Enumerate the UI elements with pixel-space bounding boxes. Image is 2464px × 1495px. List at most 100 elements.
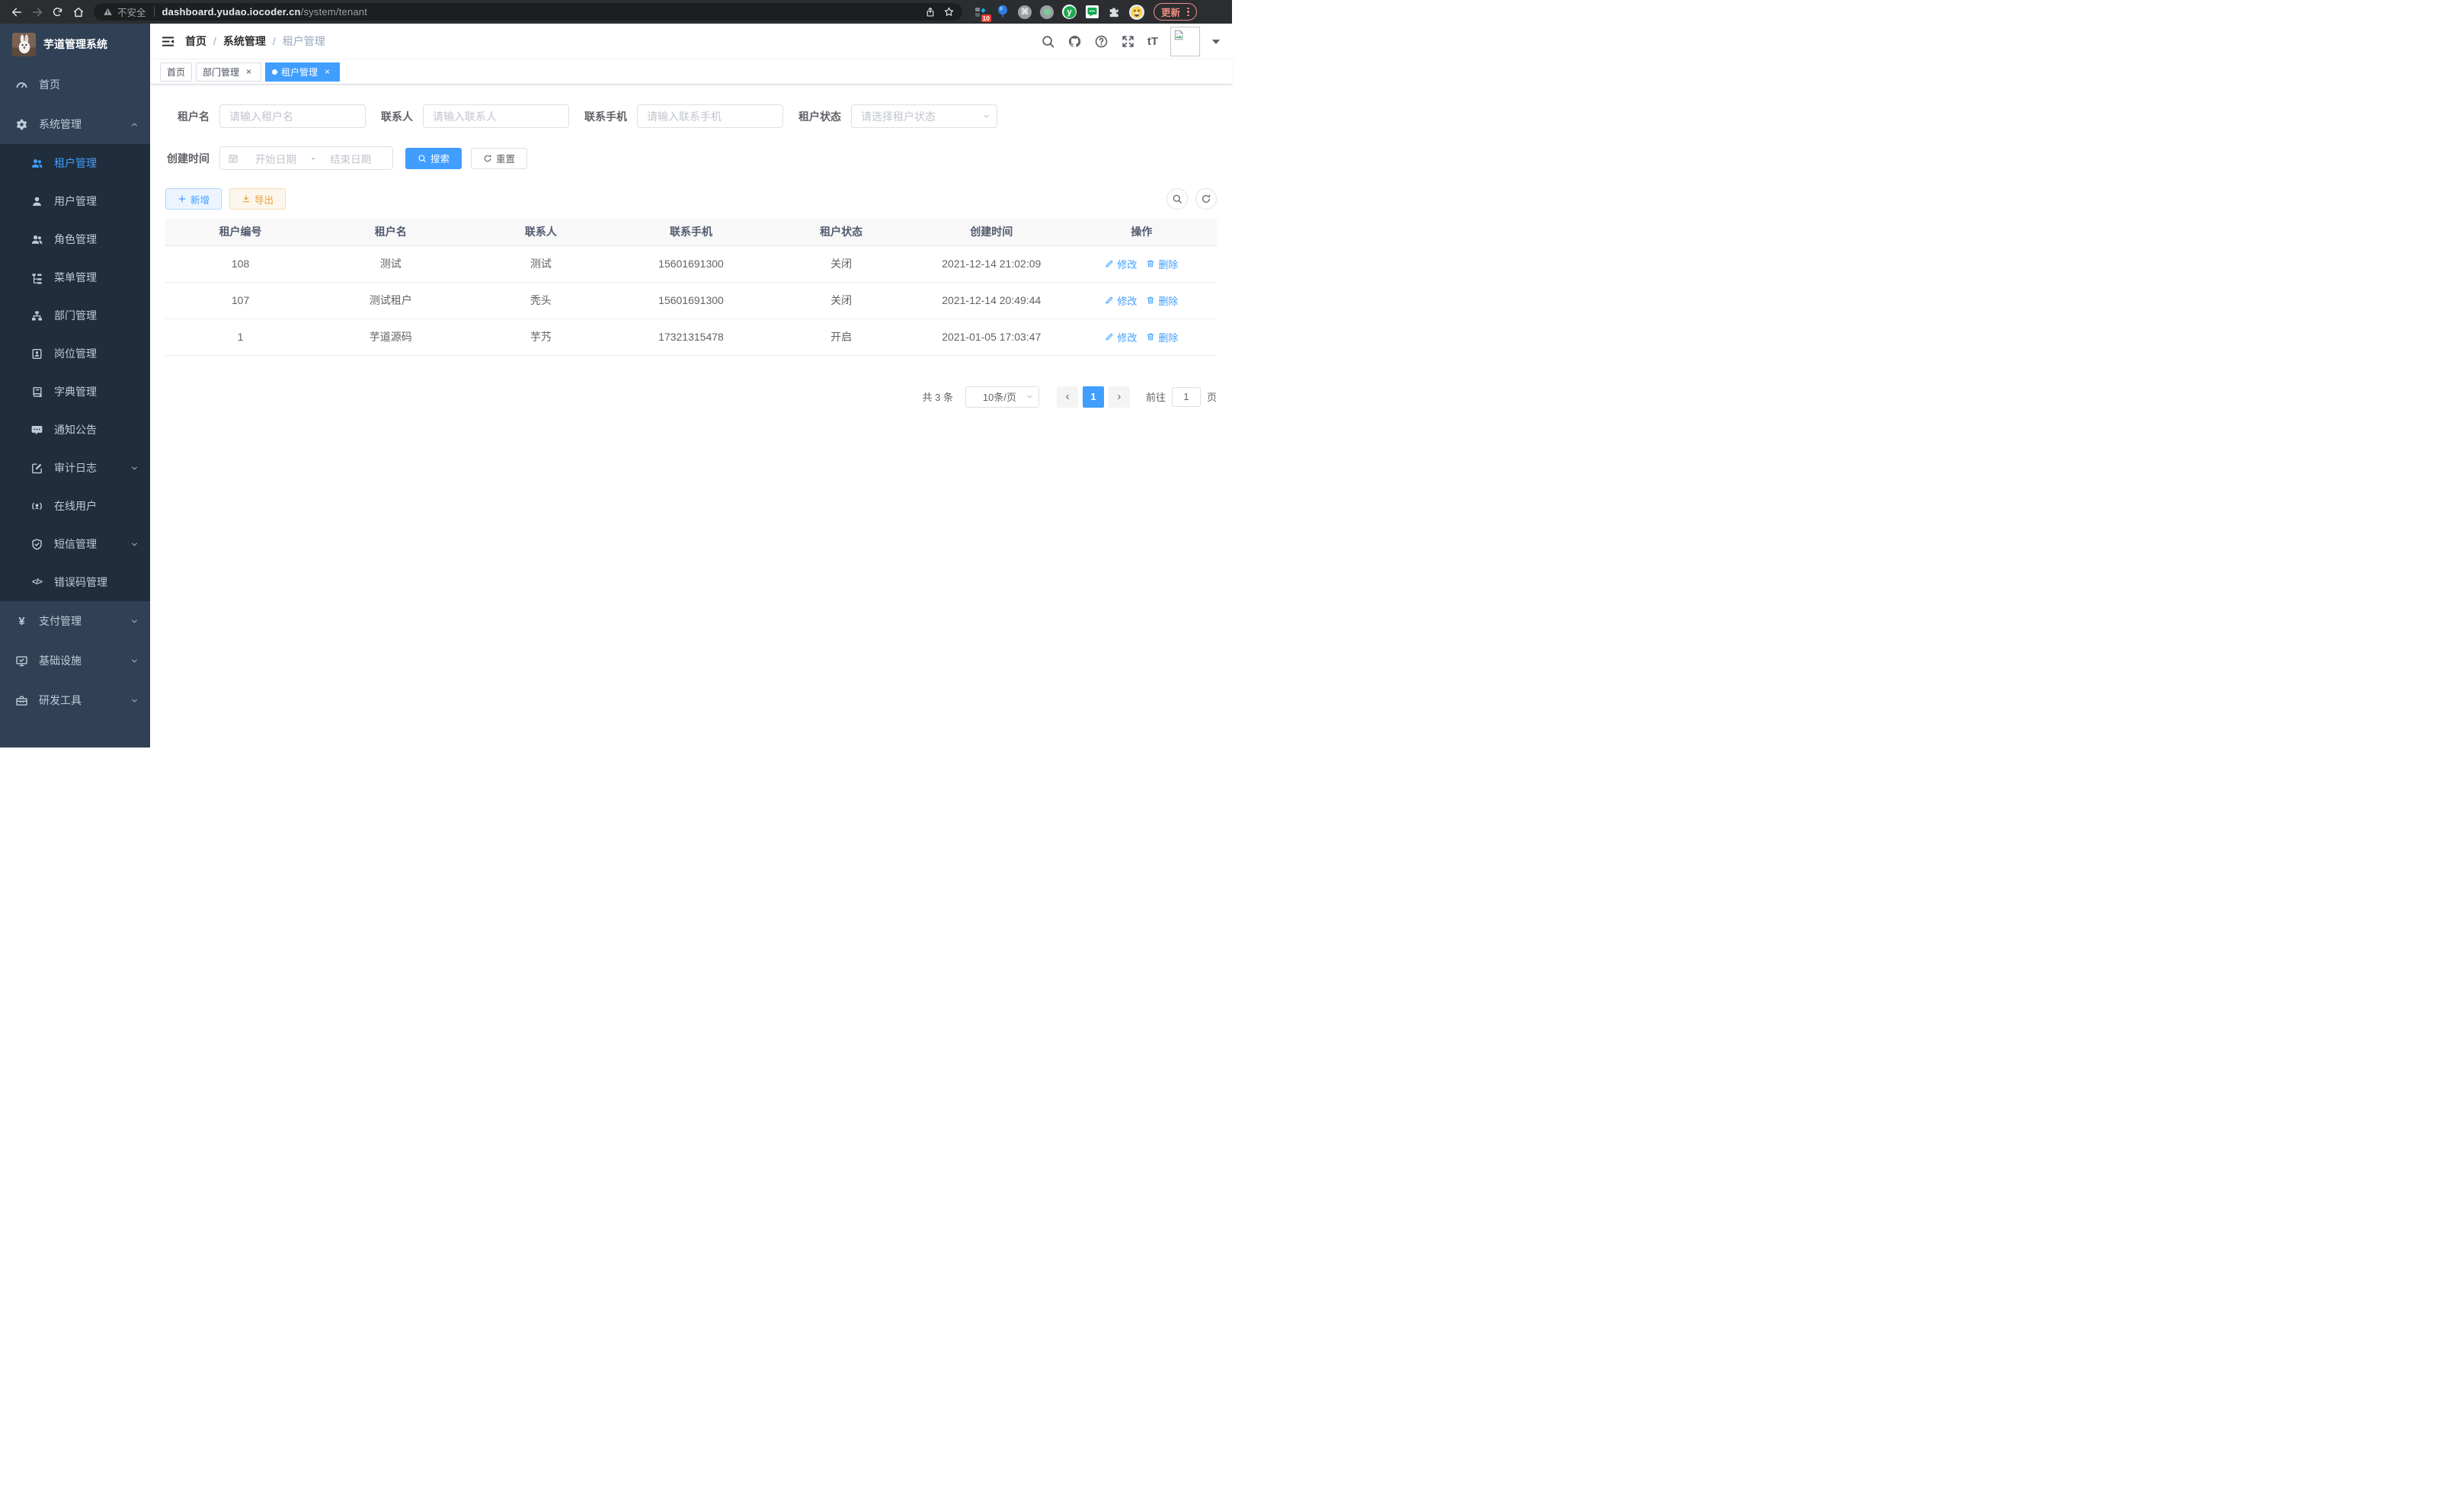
tenant-name-input[interactable] bbox=[219, 104, 366, 128]
sidebar-item-payment[interactable]: ¥ 支付管理 bbox=[0, 601, 150, 641]
gear-icon bbox=[15, 118, 28, 131]
chevron-down-icon bbox=[130, 617, 139, 626]
browser-toolbar: 不安全 dashboard.yudao.iocoder.cn/system/te… bbox=[0, 0, 1232, 24]
phone-label: 联系手机 bbox=[584, 109, 627, 124]
header-search-icon[interactable] bbox=[1041, 34, 1055, 49]
chevron-down-icon bbox=[130, 540, 139, 549]
cell-tenant-id: 1 bbox=[165, 319, 315, 355]
sidebar-toggle-button[interactable] bbox=[150, 24, 185, 59]
start-date-placeholder: 开始日期 bbox=[242, 151, 310, 166]
sidebar-item-notice[interactable]: 通知公告 bbox=[0, 411, 150, 449]
extension-cmd-icon[interactable]: ⌘ bbox=[1018, 5, 1032, 19]
main-area: 首页 / 系统管理 / 租户管理 tT 首页 部门管理 × 租户管理 bbox=[150, 24, 1232, 748]
next-page-button[interactable] bbox=[1109, 386, 1130, 408]
close-icon[interactable]: × bbox=[243, 66, 254, 78]
browser-update-button[interactable]: 更新 bbox=[1154, 3, 1197, 21]
pagination: 共 3 条 10条/页 1 前往 页 bbox=[165, 386, 1217, 408]
browser-menu-icon[interactable] bbox=[1187, 8, 1189, 17]
goto-page: 前往 页 bbox=[1146, 387, 1217, 407]
table-row: 108 测试 测试 15601691300 关闭 2021-12-14 21:0… bbox=[165, 245, 1217, 282]
browser-forward-button[interactable] bbox=[27, 2, 47, 22]
github-icon[interactable] bbox=[1067, 34, 1082, 49]
tab-home[interactable]: 首页 bbox=[160, 62, 192, 82]
address-bar[interactable]: 不安全 dashboard.yudao.iocoder.cn/system/te… bbox=[94, 3, 962, 21]
sidebar-item-dictionary[interactable]: 字典管理 bbox=[0, 373, 150, 411]
browser-reload-button[interactable] bbox=[47, 2, 68, 22]
sidebar-item-sms[interactable]: 短信管理 bbox=[0, 525, 150, 563]
extensions-puzzle-icon[interactable] bbox=[1107, 5, 1121, 19]
help-icon[interactable] bbox=[1094, 34, 1109, 49]
tab-department[interactable]: 部门管理 × bbox=[196, 62, 261, 82]
sidebar-item-error-codes[interactable]: </> 错误码管理 bbox=[0, 563, 150, 601]
sidebar-item-departments[interactable]: 部门管理 bbox=[0, 296, 150, 335]
sidebar-item-roles[interactable]: 角色管理 bbox=[0, 220, 150, 258]
toggle-search-button[interactable] bbox=[1166, 188, 1188, 210]
sidebar-item-online-users[interactable]: 在线用户 bbox=[0, 487, 150, 525]
browser-home-button[interactable] bbox=[68, 2, 88, 22]
app-logo[interactable]: 芋道管理系统 bbox=[0, 24, 150, 65]
trash-icon bbox=[1146, 332, 1155, 341]
search-button[interactable]: 搜索 bbox=[405, 148, 462, 169]
calendar-icon bbox=[228, 153, 238, 164]
sidebar-item-users[interactable]: 用户管理 bbox=[0, 182, 150, 220]
avatar[interactable] bbox=[1170, 27, 1200, 56]
sidebar-item-posts[interactable]: 岗位管理 bbox=[0, 335, 150, 373]
menu-tree-icon bbox=[30, 271, 43, 284]
reset-button[interactable]: 重置 bbox=[471, 148, 527, 169]
contact-input[interactable] bbox=[423, 104, 569, 128]
chevron-right-icon bbox=[1115, 393, 1123, 401]
prev-page-button[interactable] bbox=[1057, 386, 1078, 408]
delete-link[interactable]: 删除 bbox=[1146, 330, 1178, 344]
fullscreen-icon[interactable] bbox=[1121, 34, 1135, 49]
tab-tenant[interactable]: 租户管理 × bbox=[265, 62, 340, 82]
profile-avatar-emoji[interactable] bbox=[1129, 5, 1144, 20]
sidebar-item-dev-tools[interactable]: 研发工具 bbox=[0, 680, 150, 720]
browser-back-button[interactable] bbox=[6, 2, 27, 22]
tenant-status-select[interactable]: 请选择租户状态 bbox=[851, 104, 997, 128]
share-icon[interactable] bbox=[921, 3, 939, 21]
extension-balloon-icon[interactable] bbox=[996, 5, 1010, 19]
add-button[interactable]: 新增 bbox=[165, 188, 222, 210]
edit-link[interactable]: 修改 bbox=[1105, 257, 1137, 271]
sidebar-item-home[interactable]: 首页 bbox=[0, 65, 150, 104]
delete-link[interactable]: 删除 bbox=[1146, 257, 1178, 271]
audit-log-icon bbox=[30, 462, 43, 475]
online-users-icon bbox=[30, 500, 43, 513]
app-title: 芋道管理系统 bbox=[43, 37, 107, 52]
close-icon[interactable]: × bbox=[322, 66, 333, 78]
breadcrumb-home[interactable]: 首页 bbox=[185, 34, 206, 49]
navbar-actions: tT bbox=[1041, 27, 1232, 56]
cell-created: 2021-12-14 20:49:44 bbox=[917, 282, 1067, 319]
filter-row-2: 创建时间 开始日期 - 结束日期 搜索 重置 bbox=[165, 146, 1217, 170]
edit-link[interactable]: 修改 bbox=[1105, 330, 1137, 344]
sidebar-item-tenant[interactable]: 租户管理 bbox=[0, 144, 150, 182]
status-label: 租户状态 bbox=[798, 109, 841, 124]
sidebar-item-infrastructure[interactable]: 基础设施 bbox=[0, 641, 150, 680]
edit-link[interactable]: 修改 bbox=[1105, 293, 1137, 308]
create-time-range-picker[interactable]: 开始日期 - 结束日期 bbox=[219, 146, 393, 170]
page-number-button[interactable]: 1 bbox=[1083, 386, 1104, 408]
extension-kit-icon[interactable]: 10 bbox=[974, 5, 987, 19]
refresh-table-button[interactable] bbox=[1195, 188, 1217, 210]
pencil-icon bbox=[1105, 296, 1114, 305]
trash-icon bbox=[1146, 296, 1155, 305]
sidebar-item-menus[interactable]: 菜单管理 bbox=[0, 258, 150, 296]
delete-link[interactable]: 删除 bbox=[1146, 293, 1178, 308]
phone-input[interactable] bbox=[637, 104, 783, 128]
chevron-down-icon bbox=[1026, 392, 1034, 401]
bookmark-star-icon[interactable] bbox=[939, 3, 958, 21]
extension-chat-icon[interactable] bbox=[1085, 5, 1099, 19]
breadcrumb-system[interactable]: 系统管理 bbox=[223, 34, 266, 49]
page-size-select[interactable]: 10条/页 bbox=[965, 386, 1039, 408]
column-header: 联系手机 bbox=[616, 219, 766, 245]
sidebar-item-system[interactable]: 系统管理 bbox=[0, 104, 150, 144]
export-button[interactable]: 导出 bbox=[229, 188, 286, 210]
extension-record-icon[interactable] bbox=[1040, 5, 1054, 19]
column-header: 联系人 bbox=[466, 219, 616, 245]
sidebar-item-audit-log[interactable]: 审计日志 bbox=[0, 449, 150, 487]
font-size-icon[interactable]: tT bbox=[1147, 36, 1158, 47]
avatar-dropdown-caret[interactable] bbox=[1212, 40, 1220, 48]
extension-y-icon[interactable]: y bbox=[1062, 5, 1077, 19]
goto-page-input[interactable] bbox=[1172, 387, 1201, 407]
user-icon bbox=[30, 195, 43, 208]
